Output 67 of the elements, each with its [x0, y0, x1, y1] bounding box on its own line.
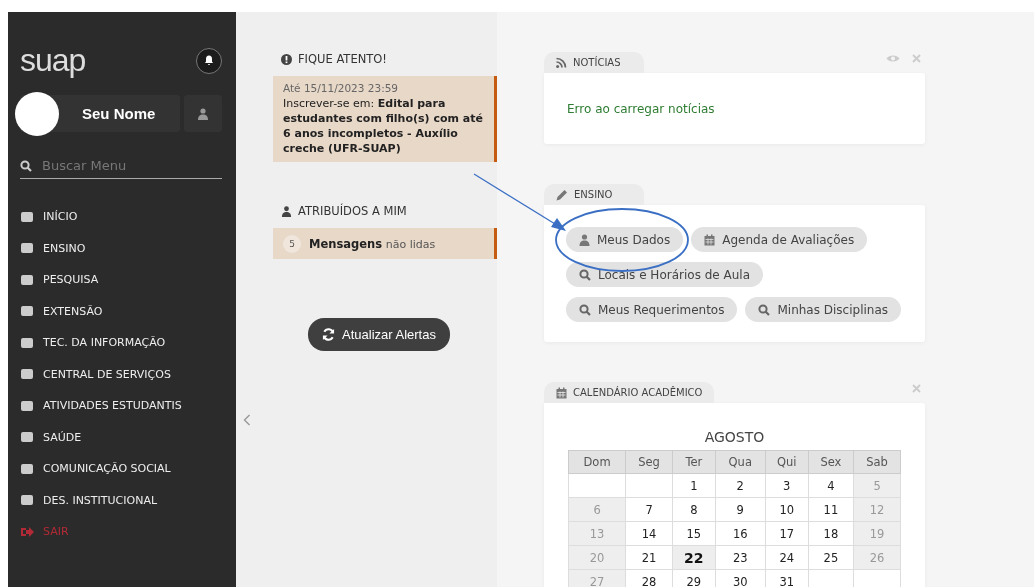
- close-icon[interactable]: [912, 384, 921, 393]
- link-chip[interactable]: Locais e Horários de Aula: [566, 262, 763, 287]
- menu-item[interactable]: INÍCIO: [20, 201, 222, 233]
- user-icon: [281, 205, 292, 217]
- section-title: ATRIBUÍDOS A MIM: [281, 204, 497, 218]
- user-icon: [198, 107, 208, 120]
- menu-item[interactable]: COMUNICAÇÃO SOCIAL: [20, 453, 222, 485]
- menu-icon: [20, 431, 34, 444]
- alert-text: Inscrever-se em: Edital para estudantes com filho(s) com até 6 anos incompletos - Auxílio creche (UFR-SUAP): [283, 96, 484, 156]
- menu-item[interactable]: ENSINO: [20, 232, 222, 264]
- search-input[interactable]: Buscar Menu: [42, 158, 212, 173]
- menu-icon: [20, 399, 34, 412]
- alert-icon: [281, 53, 292, 65]
- exit-icon: [20, 525, 34, 538]
- menu-item[interactable]: ATIVIDADES ESTUDANTIS: [20, 390, 222, 422]
- refresh-button[interactable]: Atualizar Alertas: [308, 318, 450, 351]
- menu-icon: [20, 462, 34, 475]
- pencil-icon: [556, 188, 568, 201]
- menu-item[interactable]: TEC. DA INFORMAÇÃO: [20, 327, 222, 359]
- logo: suap: [20, 42, 86, 79]
- weekday-header: Qui: [765, 450, 809, 474]
- search-icon: [579, 268, 591, 281]
- assigned-label: Mensagens não lidas: [309, 236, 436, 251]
- search-icon: [20, 159, 32, 172]
- weekday-header: Sab: [853, 450, 901, 474]
- menu-item[interactable]: DES. INSTITUCIONAL: [20, 484, 222, 516]
- rss-icon: [556, 57, 567, 68]
- link-chip[interactable]: Agenda de Avaliações: [691, 227, 868, 252]
- weekday-header: Sex: [808, 450, 854, 474]
- error-message: Erro ao carregar notícias: [567, 101, 715, 116]
- menu-item[interactable]: EXTENSÃO: [20, 295, 222, 327]
- user-icon: [579, 233, 590, 246]
- menu-item[interactable]: PESQUISA: [20, 264, 222, 296]
- search-icon: [758, 303, 771, 316]
- count-badge: 5: [283, 234, 301, 253]
- link-chip[interactable]: Meus Dados: [566, 227, 684, 252]
- alert-date: Até 15/11/2023 23:59: [283, 82, 400, 94]
- weekday-header: Qua: [715, 450, 766, 474]
- section-title: FIQUE ATENTO!: [281, 52, 497, 66]
- menu-item[interactable]: CENTRAL DE SERVIÇOS: [20, 358, 222, 390]
- alert-card[interactable]: Até 15/11/2023 23:59 Inscrever-se em: Edital para estudantes com filho(s) com até 6 anos incompletos - Auxílio creche (UFR-SUAP): [273, 76, 497, 162]
- weekday-header: Seg: [625, 450, 673, 474]
- notifications-button[interactable]: [196, 47, 222, 74]
- chevron-left-icon[interactable]: [243, 414, 251, 426]
- profile-button[interactable]: [184, 95, 222, 132]
- month-title: AGOSTO: [703, 429, 766, 445]
- refresh-icon: [322, 328, 336, 341]
- link-chip[interactable]: Meus Requerimentos: [566, 297, 738, 322]
- menu-icon: [20, 305, 34, 318]
- search-icon: [579, 303, 591, 316]
- link-chip[interactable]: Minhas Disciplinas: [745, 297, 902, 322]
- calendar-icon: [704, 233, 716, 246]
- menu-icon: [20, 336, 34, 349]
- bell-icon: [204, 55, 214, 66]
- assigned-card[interactable]: 5 Mensagens não lidas: [273, 228, 497, 259]
- menu-icon: [20, 210, 34, 223]
- menu-icon: [20, 242, 34, 255]
- eye-icon[interactable]: [886, 54, 900, 63]
- menu-icon: [20, 273, 34, 286]
- weekday-header: Ter: [672, 450, 716, 474]
- menu-icon: [20, 494, 34, 507]
- weekday-header: Dom: [568, 450, 626, 474]
- avatar: [15, 92, 59, 136]
- close-icon[interactable]: [912, 54, 921, 63]
- menu-item[interactable]: SAÚDE: [20, 421, 222, 453]
- menu-icon: [20, 368, 34, 381]
- calendar-icon: [556, 386, 567, 399]
